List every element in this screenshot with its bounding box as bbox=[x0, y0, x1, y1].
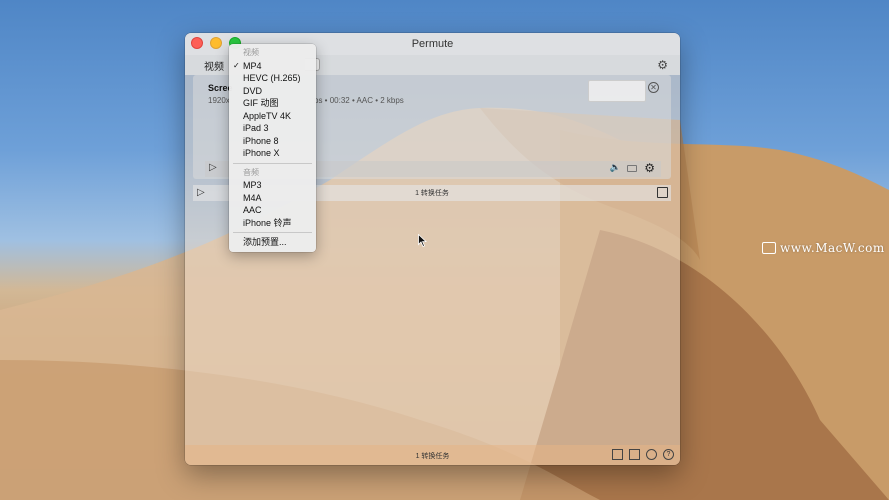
menu-separator bbox=[233, 232, 312, 233]
settings-gear-icon[interactable]: ⚙ bbox=[657, 58, 668, 72]
file-resolution: 1920x bbox=[208, 96, 230, 105]
format-popup-label[interactable]: 视频 bbox=[204, 58, 224, 73]
thumbnail-preview bbox=[588, 80, 646, 102]
file-meta: 1920x ps • 00:32 • AAC • 2 kbps bbox=[208, 96, 404, 105]
menu-separator bbox=[233, 162, 312, 164]
minimize-window-button[interactable] bbox=[210, 37, 222, 49]
menu-header-audio: 音频 bbox=[243, 167, 259, 177]
watermark: www.MacW.com bbox=[762, 241, 885, 255]
status-count: 1 转换任务 bbox=[415, 453, 450, 460]
menu-item-ipad[interactable]: iPad 3 bbox=[229, 122, 316, 135]
volume-icon[interactable]: 🔈 bbox=[610, 162, 621, 173]
menu-item-add-preset[interactable]: 添加预置... bbox=[229, 236, 316, 249]
menu-item-mp3[interactable]: MP3 bbox=[229, 179, 316, 192]
history-clock-icon[interactable] bbox=[646, 449, 657, 460]
close-window-button[interactable] bbox=[191, 37, 203, 49]
play-icon[interactable]: ▷ bbox=[209, 162, 217, 173]
menu-item-aac[interactable]: AAC bbox=[229, 204, 316, 217]
menu-item-iphone-ringtone[interactable]: iPhone 铃声 bbox=[229, 217, 316, 230]
menu-header-video: 视频 bbox=[243, 48, 259, 57]
watermark-text: www.MacW.com bbox=[780, 241, 885, 255]
menu-item-m4a[interactable]: M4A bbox=[229, 192, 316, 205]
expand-icon[interactable] bbox=[657, 187, 668, 198]
checkmark-icon: ✓ bbox=[233, 60, 240, 70]
status-icons: ? bbox=[612, 449, 674, 460]
help-icon[interactable]: ? bbox=[663, 449, 674, 460]
status-bar: 1 转换任务 ? bbox=[185, 445, 680, 465]
menu-item-dvd[interactable]: DVD bbox=[229, 85, 316, 98]
menu-item-hevc[interactable]: HEVC (H.265) bbox=[229, 72, 316, 85]
menu-item-appletv[interactable]: AppleTV 4K bbox=[229, 110, 316, 123]
menu-item-gif[interactable]: GIF 动图 bbox=[229, 97, 316, 110]
remove-item-icon[interactable]: ✕ bbox=[648, 82, 659, 93]
subtitles-icon[interactable] bbox=[627, 165, 637, 172]
window-title: Permute bbox=[411, 38, 454, 50]
monitor-icon bbox=[762, 242, 776, 254]
menu-item-iphonex[interactable]: iPhone X bbox=[229, 147, 316, 160]
item-settings-gear-icon[interactable]: ⚙ bbox=[644, 161, 655, 175]
menu-item-iphone8[interactable]: iPhone 8 bbox=[229, 135, 316, 148]
expand-view-icon[interactable] bbox=[629, 449, 640, 460]
mouse-cursor-icon bbox=[418, 234, 427, 247]
keyboard-icon[interactable] bbox=[612, 449, 623, 460]
file-details: ps • 00:32 • AAC • 2 kbps bbox=[314, 96, 404, 105]
format-dropdown-menu: 视频 ✓ MP4 HEVC (H.265) DVD GIF 动图 AppleTV … bbox=[229, 44, 316, 252]
menu-item-mp4[interactable]: ✓ MP4 bbox=[229, 60, 316, 73]
